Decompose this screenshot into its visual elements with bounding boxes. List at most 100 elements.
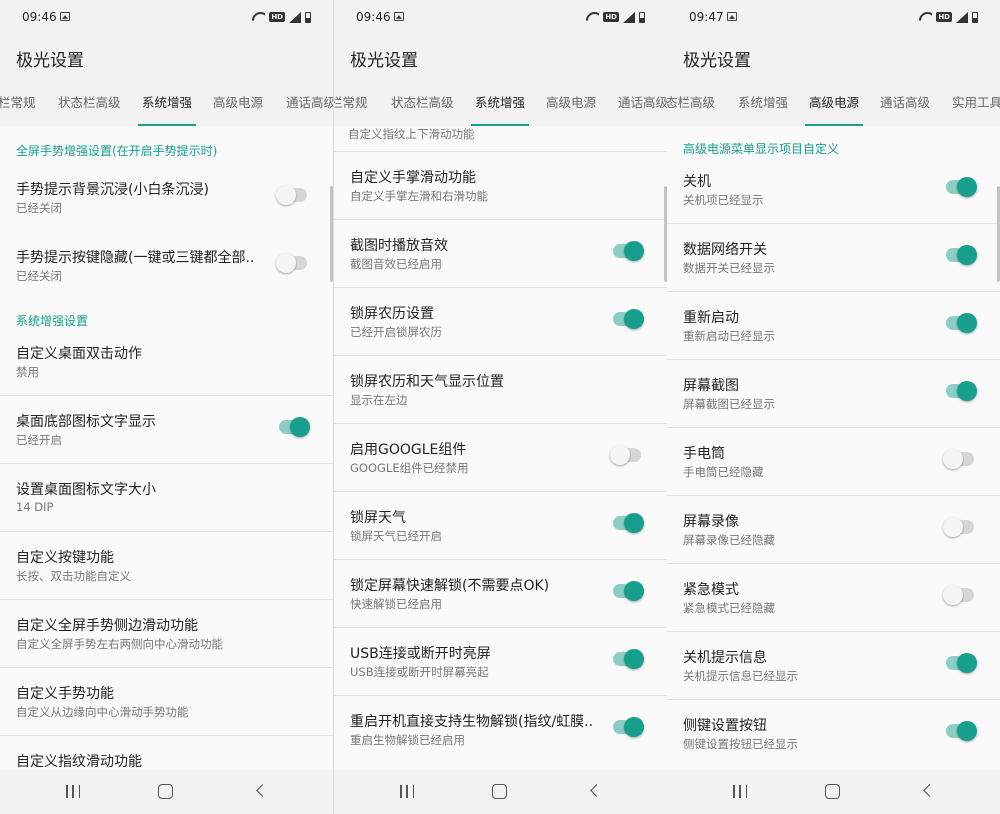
setting-title: 手势提示背景沉浸(小白条沉浸): [16, 182, 209, 198]
tab-general[interactable]: 栏常规: [334, 80, 368, 126]
toggle-switch[interactable]: [613, 513, 644, 533]
status-icons: HD: [919, 10, 978, 24]
signal-icon: [289, 11, 301, 23]
toggle-switch[interactable]: [946, 313, 977, 333]
tab-system-enhance[interactable]: 系统增强: [738, 80, 788, 126]
home-icon[interactable]: [492, 784, 507, 799]
back-icon[interactable]: [923, 784, 936, 797]
toggle-switch[interactable]: [946, 245, 977, 265]
setting-shutdown-message[interactable]: 关机提示信息 关机提示信息已经显示: [667, 632, 1000, 700]
setting-title: 自定义全屏手势侧边滑动功能: [16, 618, 198, 634]
hd-icon: HD: [269, 12, 285, 22]
setting-subtitle: 侧键设置按钮已经显示: [683, 737, 798, 751]
setting-title: 数据网络开关: [683, 242, 767, 258]
setting-lunar-calendar[interactable]: 锁屏农历设置 已经开启锁屏农历: [334, 288, 667, 356]
setting-usb-wake[interactable]: USB连接或断开时亮屏 USB连接或断开时屏幕亮起: [334, 628, 667, 696]
toggle-switch[interactable]: [943, 449, 974, 469]
setting-desktop-icon-text[interactable]: 桌面底部图标文字显示 已经开启: [0, 396, 333, 464]
toggle-switch[interactable]: [610, 445, 641, 465]
setting-screenshot[interactable]: 屏幕截图 屏幕截图已经显示: [667, 360, 1000, 428]
setting-subtitle: 重新启动已经显示: [683, 329, 775, 343]
tab-system-enhance[interactable]: 系统增强: [137, 80, 197, 126]
setting-subtitle: 快速解锁已经启用: [350, 597, 442, 611]
setting-biometric-after-reboot[interactable]: 重启开机直接支持生物解锁(指纹/虹膜.. 重启生物解锁已经启用: [334, 696, 667, 764]
setting-side-key-button[interactable]: 侧键设置按钮 侧键设置按钮已经显示: [667, 700, 1000, 768]
toggle-switch[interactable]: [946, 721, 977, 741]
phone-screen-2: 09:46 HD 极光设置 栏常规 状态栏高级 系统增强 高级电源 通话高级 自…: [334, 0, 667, 814]
status-bar: 09:46 HD: [334, 0, 667, 34]
setting-subtitle: 关机提示信息已经显示: [683, 669, 798, 683]
setting-google-components[interactable]: 启用GOOGLE组件 GOOGLE组件已经禁用: [334, 424, 667, 492]
setting-quick-unlock[interactable]: 锁定屏幕快速解锁(不需要点OK) 快速解锁已经启用: [334, 560, 667, 628]
toggle-switch[interactable]: [276, 185, 307, 205]
back-icon[interactable]: [256, 784, 269, 797]
image-icon: [394, 12, 404, 21]
tab-call-advanced[interactable]: 通话高级: [880, 80, 930, 126]
setting-subtitle: 已经开启: [16, 433, 62, 447]
tab-advanced-power[interactable]: 高级电源: [804, 80, 864, 126]
setting-custom-gesture[interactable]: 自定义手势功能 自定义从边缘向中心滑动手势功能: [0, 668, 333, 736]
setting-lock-weather[interactable]: 锁屏天气 锁屏天气已经开启: [334, 492, 667, 560]
recent-apps-icon[interactable]: [66, 785, 80, 798]
toggle-switch[interactable]: [613, 649, 644, 669]
toggle-switch[interactable]: [613, 717, 644, 737]
back-icon[interactable]: [590, 784, 603, 797]
tab-advanced-power[interactable]: 高级电源: [213, 80, 263, 126]
scrollbar[interactable]: [330, 186, 333, 282]
setting-lunar-weather-position[interactable]: 锁屏农历和天气显示位置 显示在左边: [334, 356, 667, 424]
toggle-switch[interactable]: [613, 309, 644, 329]
toggle-switch[interactable]: [943, 517, 974, 537]
setting-fingerprint-swipe[interactable]: 自定义指纹滑动功能: [0, 736, 333, 770]
setting-desktop-double-tap[interactable]: 自定义桌面双击动作 禁用: [0, 328, 333, 396]
recent-apps-icon[interactable]: [733, 785, 747, 798]
status-icons: HD: [586, 10, 645, 24]
tab-utilities[interactable]: 实用工具: [952, 80, 1000, 126]
toggle-switch[interactable]: [946, 381, 977, 401]
setting-gesture-key-hide[interactable]: 手势提示按键隐藏(一键或三键都全部.. 已经关闭: [0, 232, 333, 300]
setting-custom-keys[interactable]: 自定义按键功能 长按、双击功能自定义: [0, 532, 333, 600]
tab-system-enhance[interactable]: 系统增强: [470, 80, 530, 126]
toggle-switch[interactable]: [946, 177, 977, 197]
toggle-switch[interactable]: [279, 417, 310, 437]
tab-advanced-power[interactable]: 高级电源: [546, 80, 596, 126]
setting-title: 自定义手掌滑动功能: [350, 170, 476, 186]
toggle-switch[interactable]: [613, 241, 644, 261]
setting-palm-swipe[interactable]: 自定义手掌滑动功能 自定义手掌左滑和右滑功能: [334, 152, 667, 220]
tab-statusbar-advanced[interactable]: 状态栏高级: [391, 80, 454, 126]
setting-title: 截图时播放音效: [350, 238, 448, 254]
tab-general[interactable]: 栏常规: [0, 80, 36, 126]
setting-side-swipe[interactable]: 自定义全屏手势侧边滑动功能 自定义全屏手势左右两侧向中心滑动功能: [0, 600, 333, 668]
toggle-switch[interactable]: [276, 253, 307, 273]
setting-screen-record[interactable]: 屏幕录像 屏幕录像已经隐藏: [667, 496, 1000, 564]
toggle-switch[interactable]: [613, 581, 644, 601]
home-icon[interactable]: [158, 784, 173, 799]
setting-subtitle: 14 DIP: [16, 500, 54, 514]
status-bar: 09:47 HD: [667, 0, 1000, 34]
tab-call-advanced[interactable]: 通话高级: [618, 80, 667, 126]
toggle-switch[interactable]: [943, 585, 974, 605]
tab-statusbar-advanced[interactable]: 态栏高级: [667, 80, 715, 126]
setting-power-off[interactable]: 关机 关机项已经显示: [667, 156, 1000, 224]
home-icon[interactable]: [825, 784, 840, 799]
setting-icon-text-size[interactable]: 设置桌面图标文字大小 14 DIP: [0, 464, 333, 532]
recent-apps-icon[interactable]: [400, 785, 414, 798]
setting-title: 自定义桌面双击动作: [16, 346, 142, 362]
battery-icon: [972, 11, 978, 23]
setting-mobile-data[interactable]: 数据网络开关 数据开关已经显示: [667, 224, 1000, 292]
setting-subtitle: 手电筒已经隐藏: [683, 465, 764, 479]
setting-subtitle: 已经关闭: [16, 269, 62, 283]
setting-flashlight[interactable]: 手电筒 手电筒已经隐藏: [667, 428, 1000, 496]
setting-title: 关机: [683, 174, 711, 190]
app-bar: 极光设置: [667, 34, 1000, 80]
setting-subtitle: 重启生物解锁已经启用: [350, 733, 465, 747]
setting-screenshot-sound[interactable]: 截图时播放音效 截图音效已经启用: [334, 220, 667, 288]
setting-title: 锁屏天气: [350, 510, 406, 526]
toggle-switch[interactable]: [946, 653, 977, 673]
tab-statusbar-advanced[interactable]: 状态栏高级: [58, 80, 121, 126]
app-bar: 极光设置: [334, 34, 667, 80]
setting-title: 启用GOOGLE组件: [350, 442, 467, 458]
setting-gesture-bg-immersive[interactable]: 手势提示背景沉浸(小白条沉浸) 已经关闭: [0, 164, 333, 232]
setting-reboot[interactable]: 重新启动 重新启动已经显示: [667, 292, 1000, 360]
setting-emergency-mode[interactable]: 紧急模式 紧急模式已经隐藏: [667, 564, 1000, 632]
tab-call-advanced[interactable]: 通话高级: [286, 80, 333, 126]
